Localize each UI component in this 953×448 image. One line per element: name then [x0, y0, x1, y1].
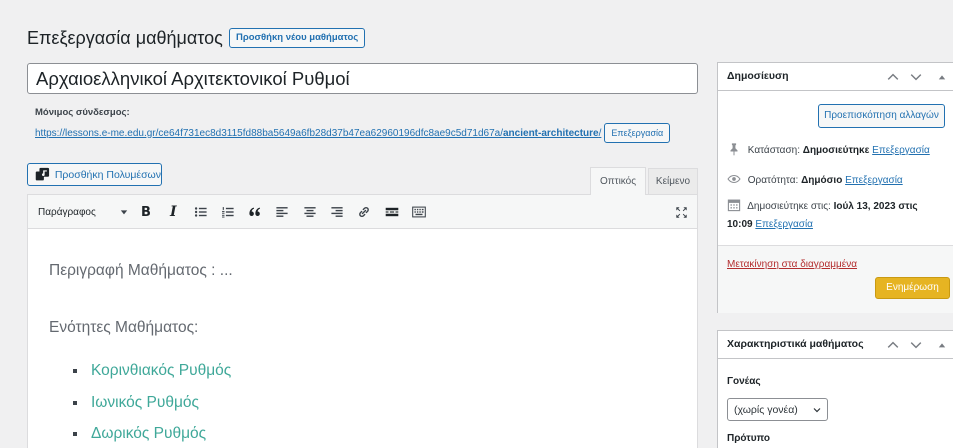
course-attributes-box: Χαρακτηριστικά μαθήματος Γονέας (χωρίς γ… [717, 330, 953, 448]
list-item[interactable]: Ιωνικός Ρυθμός [91, 394, 199, 412]
chevron-up-icon[interactable] [885, 69, 901, 85]
align-center-icon [304, 207, 316, 217]
permalink-slug[interactable]: ancient-architecture [503, 128, 599, 139]
numbered-list-icon [221, 207, 234, 218]
tab-visual[interactable]: Οπτικός [590, 167, 646, 195]
add-new-course-button[interactable]: Προσθήκη νέου μαθήματος [229, 28, 366, 48]
chevron-down-icon[interactable] [908, 337, 924, 353]
pin-icon [730, 143, 738, 156]
editor-content-area[interactable]: Περιγραφή Μαθήματος : ... Ενότητες Μαθήμ… [28, 229, 697, 448]
italic-button[interactable]: I [161, 200, 185, 224]
permalink-label: Μόνιμος σύνδεσμος: [35, 107, 130, 118]
parent-label: Γονέας [727, 376, 761, 387]
tab-text[interactable]: Κείμενο [648, 168, 698, 194]
media-icon [35, 167, 50, 181]
calendar-icon [727, 199, 741, 212]
chevron-down-icon[interactable] [908, 69, 924, 85]
major-publishing-actions: Μετακίνηση στα διαγραμμένα Ενημέρωση [718, 245, 953, 313]
status-label: Κατάσταση: [747, 145, 800, 156]
caret-down-icon [120, 210, 128, 215]
permalink-url-link[interactable]: https://lessons.e-me.edu.gr/ce64f731ec8d… [35, 128, 601, 139]
read-more-icon [385, 207, 398, 217]
list-bullet [73, 401, 77, 405]
parent-select[interactable]: (χωρίς γονέα) [727, 398, 828, 421]
status-value: Δημοσιεύτηκε [802, 145, 870, 156]
publish-box-title: Δημοσίευση [727, 70, 789, 82]
link-icon [359, 207, 370, 217]
add-media-button[interactable]: Προσθήκη Πολυμέσων [27, 163, 162, 186]
chevron-up-icon[interactable] [885, 337, 901, 353]
add-media-label: Προσθήκη Πολυμέσων [54, 168, 161, 181]
post-status-row: Κατάσταση: Δημοσιεύτηκε Επεξεργασία [727, 142, 930, 160]
visibility-row: Ορατότητα: Δημόσιο Επεξεργασία [727, 172, 903, 190]
visibility-edit-link[interactable]: Επεξεργασία [845, 175, 903, 186]
page-title: Επεξεργασία μαθήματος [27, 28, 223, 48]
course-description-paragraph: Περιγραφή Μαθήματος : ... [49, 262, 233, 279]
format-select[interactable]: Παράγραφος [38, 203, 128, 221]
visibility-value: Δημόσιο [801, 175, 843, 186]
published-date-label: Δημοσιεύτηκε στις: [747, 201, 831, 212]
chevron-down-icon [813, 407, 821, 412]
preview-changes-button[interactable]: Προεπισκόπηση αλλαγών [818, 104, 945, 128]
fullscreen-icon [675, 206, 687, 218]
post-title-input[interactable] [27, 63, 698, 94]
format-select-value: Παράγραφος [38, 206, 96, 218]
blockquote-button[interactable] [243, 200, 267, 224]
toolbar-toggle-button[interactable] [407, 200, 431, 224]
align-right-button[interactable] [325, 200, 349, 224]
numbered-list-button[interactable] [216, 200, 240, 224]
permalink-edit-button[interactable]: Επεξεργασία [604, 123, 671, 143]
publish-box-header: Δημοσίευση [718, 63, 953, 91]
italic-icon: I [170, 204, 177, 220]
published-date-edit-link[interactable]: Επεξεργασία [755, 219, 813, 230]
align-center-button[interactable] [298, 200, 322, 224]
published-date-row: Δημοσιεύτηκε στις: Ιούλ 13, 2023 στις 10… [727, 198, 933, 234]
update-button[interactable]: Ενημέρωση [875, 277, 950, 299]
permalink-row: https://lessons.e-me.edu.gr/ce64f731ec8d… [35, 123, 671, 143]
editor-toolbar: Παράγραφος B I [28, 195, 697, 229]
toolbar-toggle-icon [412, 206, 426, 218]
toggle-arrow-icon[interactable] [934, 69, 950, 85]
list-item[interactable]: Δωρικός Ρυθμός [91, 425, 206, 443]
content-editor: Παράγραφος B I Περιγραφή Μαθήματος: ...… [27, 194, 698, 448]
toolbar-buttons: B I [134, 200, 431, 224]
bold-icon: B [141, 204, 151, 220]
permalink-prefix[interactable]: https://lessons.e-me.edu.gr/ce64f731ec8d… [35, 128, 503, 139]
link-button[interactable] [352, 200, 376, 224]
list-item[interactable]: Κορινθιακός Ρυθμός [91, 362, 231, 380]
fullscreen-button[interactable] [669, 200, 693, 224]
move-to-trash-link[interactable]: Μετακίνηση στα διαγραμμένα [727, 258, 857, 272]
attributes-box-header: Χαρακτηριστικά μαθήματος [718, 331, 953, 359]
status-edit-link[interactable]: Επεξεργασία [872, 145, 930, 156]
bullet-list-icon [194, 207, 207, 217]
align-left-icon [276, 207, 289, 217]
list-bullet [73, 432, 77, 436]
toggle-arrow-icon[interactable] [934, 337, 950, 353]
align-left-button[interactable] [270, 200, 294, 224]
template-label: Πρότυπο [727, 433, 771, 444]
bullet-list-button[interactable] [189, 200, 213, 224]
parent-select-value: (χωρίς γονέα) [734, 403, 798, 416]
blockquote-icon [249, 207, 261, 216]
list-bullet [73, 369, 77, 373]
read-more-button[interactable] [380, 200, 404, 224]
eye-icon [727, 174, 741, 184]
align-right-icon [331, 207, 343, 217]
bold-button[interactable]: B [134, 200, 158, 224]
visibility-label: Ορατότητα: [747, 175, 799, 186]
publish-box: Δημοσίευση Προεπισκόπηση αλλαγών Κατάστα… [717, 62, 953, 313]
attributes-box-title: Χαρακτηριστικά μαθήματος [727, 338, 864, 350]
course-units-paragraph: Ενότητες Μαθήματος: [49, 319, 199, 336]
permalink-suffix[interactable]: / [599, 128, 602, 139]
